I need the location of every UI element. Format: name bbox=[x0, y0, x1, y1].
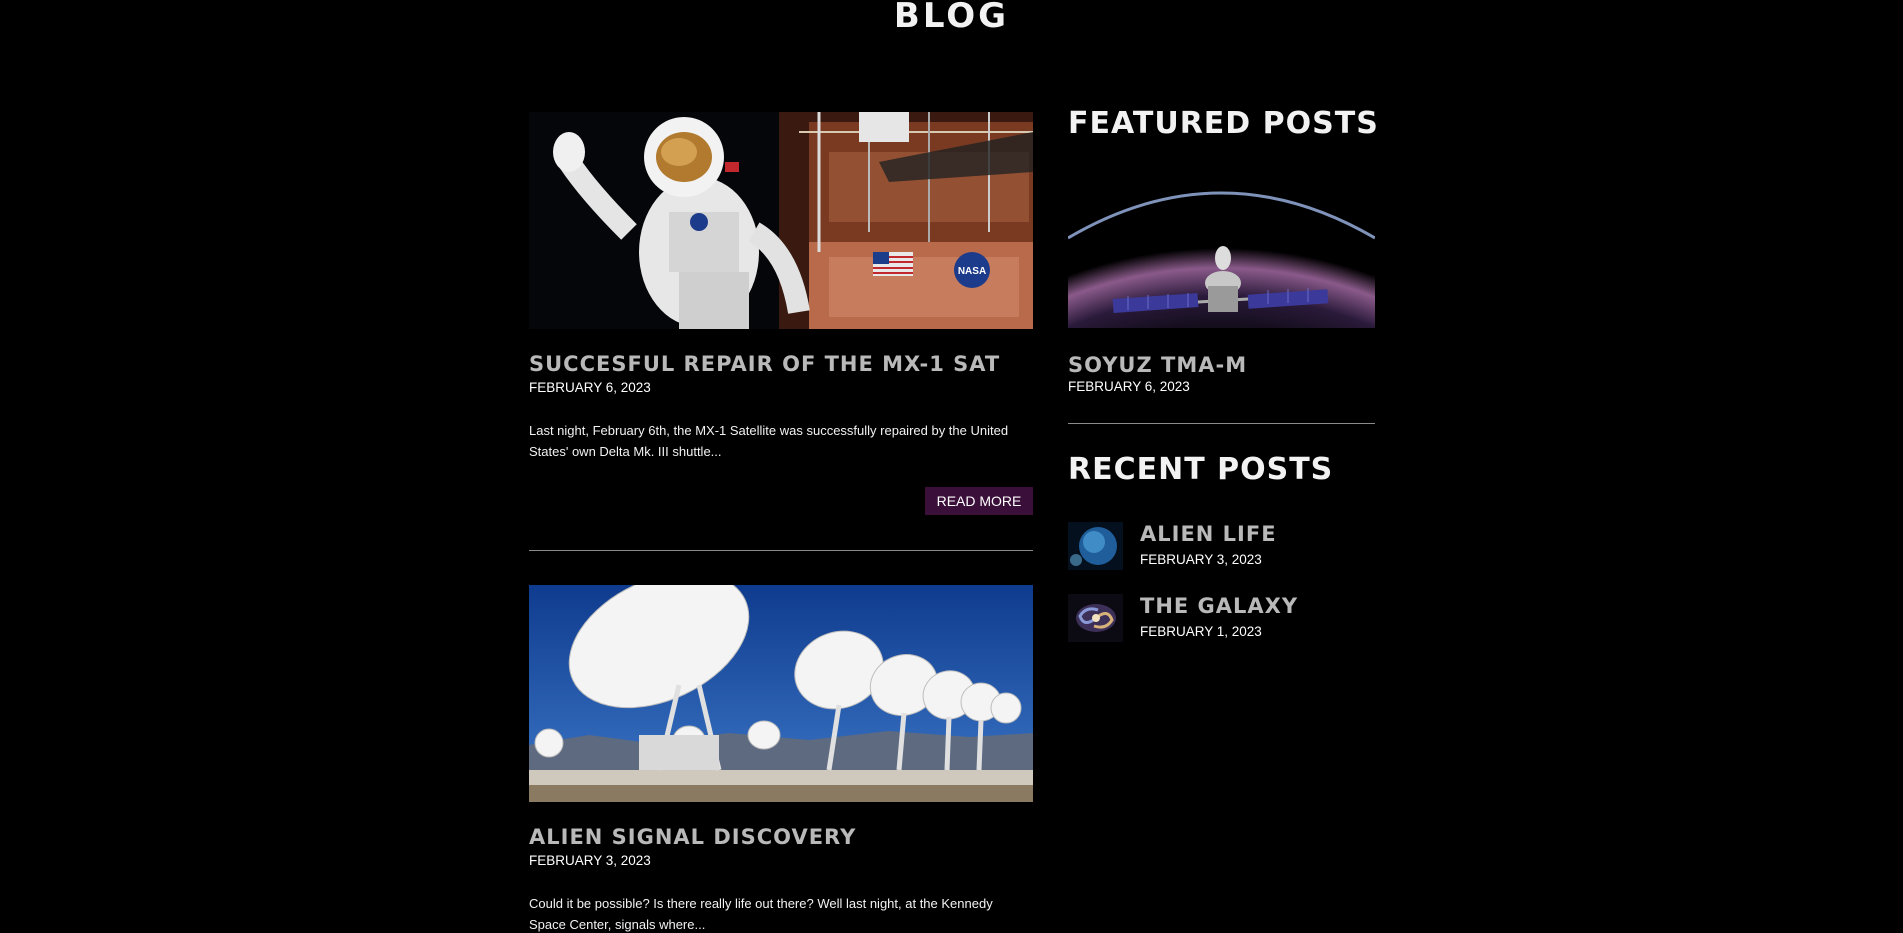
recent-post-text: ALIEN LIFE FEBRUARY 3, 2023 bbox=[1140, 522, 1277, 568]
featured-image-space-station[interactable] bbox=[1068, 158, 1375, 328]
post-title[interactable]: SUCCESFUL REPAIR OF THE MX-1 SAT bbox=[529, 351, 1033, 377]
post-image-radio-telescopes[interactable] bbox=[529, 585, 1033, 802]
read-more-button[interactable]: READ MORE bbox=[925, 487, 1033, 515]
post-date: FEBRUARY 6, 2023 bbox=[529, 380, 651, 395]
recent-posts-heading: RECENT POSTS bbox=[1068, 452, 1334, 487]
recent-post-title[interactable]: THE GALAXY bbox=[1140, 594, 1298, 618]
recent-post-thumb-planet[interactable] bbox=[1068, 522, 1123, 570]
nasa-logo-text: NASA bbox=[958, 266, 986, 277]
sidebar: FEATURED POSTS SOYUZ TMA-M FEBRUARY 6, 2… bbox=[1068, 104, 1379, 666]
recent-posts-list: ALIEN LIFE FEBRUARY 3, 2023 THE GALAXY F… bbox=[1068, 522, 1375, 646]
recent-post-thumb-galaxy[interactable] bbox=[1068, 594, 1123, 642]
post-excerpt: Could it be possible? Is there really li… bbox=[529, 896, 993, 932]
blog-post-list: NASA SUCCESFUL REPAIR OF THE MX-1 SAT FE… bbox=[529, 112, 1033, 933]
recent-post-text: THE GALAXY FEBRUARY 1, 2023 bbox=[1140, 594, 1298, 640]
post-title[interactable]: ALIEN SIGNAL DISCOVERY bbox=[529, 824, 1033, 850]
blog-post: ALIEN SIGNAL DISCOVERY FEBRUARY 3, 2023 … bbox=[529, 585, 1033, 933]
recent-post-date: FEBRUARY 3, 2023 bbox=[1140, 552, 1262, 567]
page-title: BLOG bbox=[893, 0, 1010, 36]
recent-post-item[interactable]: ALIEN LIFE FEBRUARY 3, 2023 bbox=[1068, 522, 1375, 574]
recent-post-item[interactable]: THE GALAXY FEBRUARY 1, 2023 bbox=[1068, 594, 1375, 646]
featured-post-date: FEBRUARY 6, 2023 bbox=[1068, 379, 1190, 394]
post-divider bbox=[529, 550, 1033, 551]
blog-post: NASA SUCCESFUL REPAIR OF THE MX-1 SAT FE… bbox=[529, 112, 1033, 551]
post-image-astronaut[interactable]: NASA bbox=[529, 112, 1033, 329]
post-excerpt: Last night, February 6th, the MX-1 Satel… bbox=[529, 423, 1009, 459]
featured-posts-heading: FEATURED POSTS bbox=[1068, 106, 1379, 141]
featured-post-title[interactable]: SOYUZ TMA-M bbox=[1068, 352, 1375, 378]
post-date: FEBRUARY 3, 2023 bbox=[529, 853, 651, 868]
recent-post-date: FEBRUARY 1, 2023 bbox=[1140, 624, 1262, 639]
read-more-row: READ MORE bbox=[529, 487, 1033, 515]
recent-post-title[interactable]: ALIEN LIFE bbox=[1140, 522, 1277, 546]
sidebar-divider bbox=[1068, 423, 1375, 424]
